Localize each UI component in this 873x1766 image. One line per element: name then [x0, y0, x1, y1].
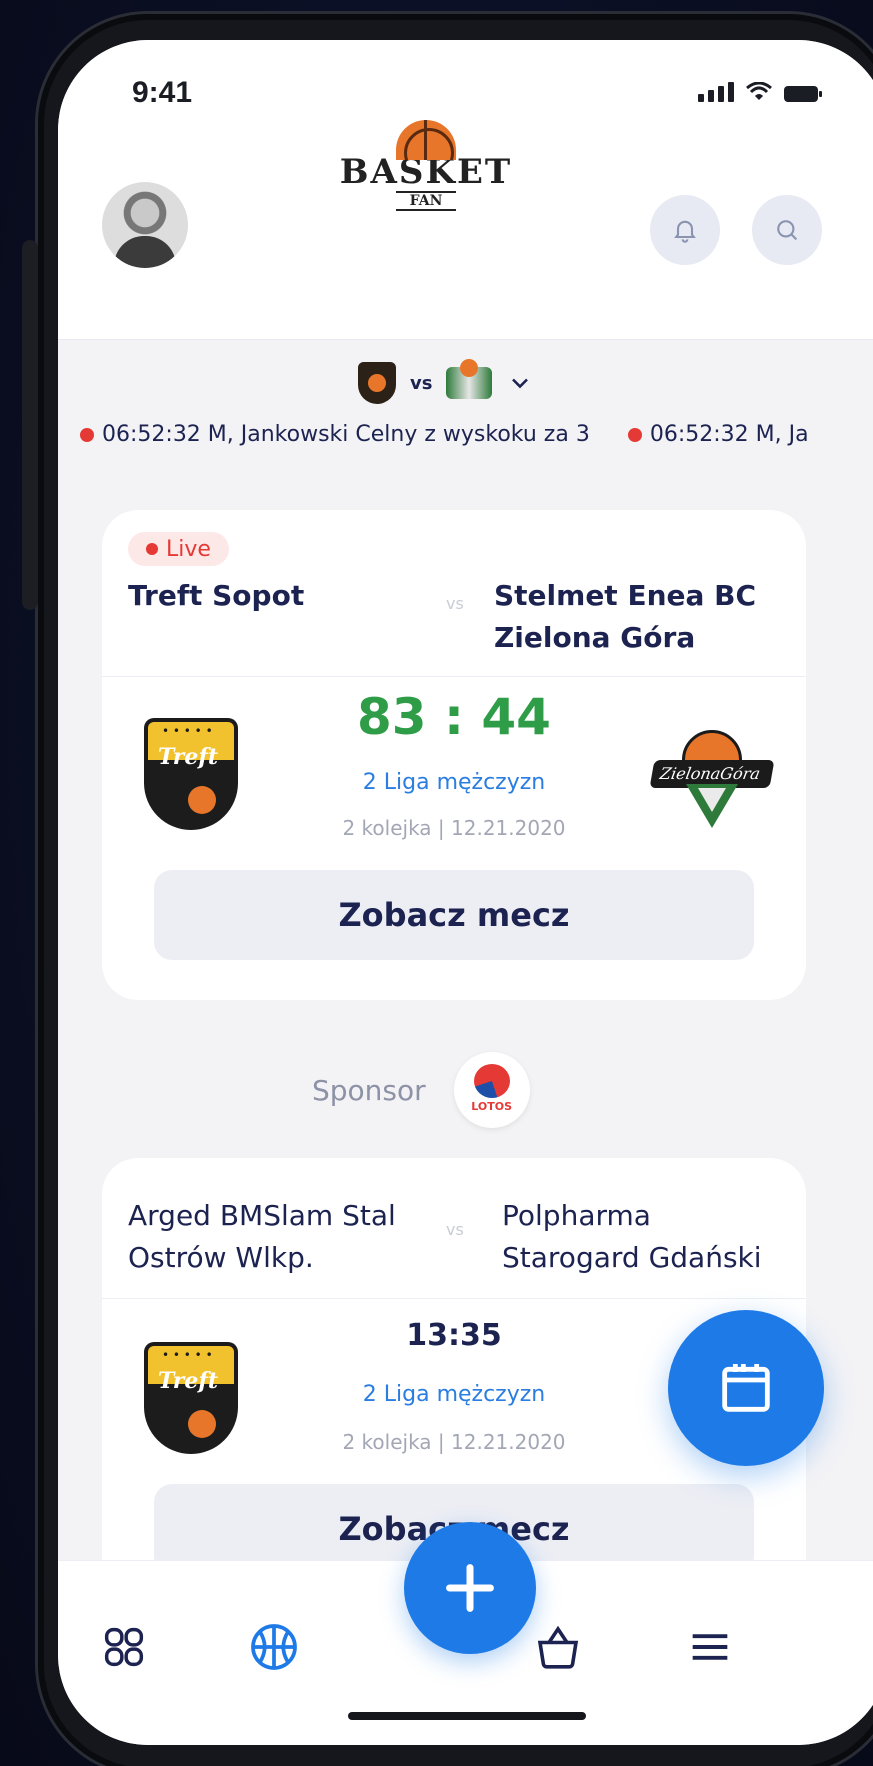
signal-icon [698, 82, 734, 102]
matchup-selector[interactable]: vs [358, 359, 534, 404]
search-icon [777, 220, 798, 241]
bell-icon [674, 220, 696, 243]
zielona-gora-mini-logo [446, 359, 493, 399]
away-team-name-line2: Zielona Góra [494, 621, 696, 654]
basket-fan-logo: BASKET FAN [336, 120, 516, 220]
nav-games[interactable] [244, 1617, 304, 1677]
home-indicator [348, 1712, 586, 1720]
live-dot-icon [146, 543, 158, 555]
away-team-name-line1: Stelmet Enea BC [494, 579, 757, 612]
user-avatar[interactable] [102, 182, 188, 268]
app-screen: 9:41 BASKET FAN vs 06:52:32 M, Jankowski… [58, 40, 873, 1745]
ticker-event-text: 06:52:32 M, Jankowski Celny z wyskoku za… [102, 422, 590, 447]
menu-icon [692, 1634, 728, 1660]
match-card-live[interactable]: Live Treft Sopot vs Stelmet Enea BC Ziel… [102, 510, 806, 1000]
vs-label: vs [446, 594, 464, 613]
notifications-button[interactable] [650, 195, 720, 265]
basketball-logo-icon [396, 120, 456, 160]
live-label: Live [166, 536, 211, 562]
away-team-name-line2: Starogard Gdański [502, 1241, 762, 1274]
sponsor-label: Sponsor [312, 1073, 426, 1107]
treft-mini-logo [358, 362, 396, 404]
basketball-icon [251, 1624, 297, 1670]
ticker-event: 06:52:32 M, Jankowski Celny z wyskoku za… [80, 422, 590, 447]
sponsor-logo-text: LOTOS [471, 1100, 513, 1113]
wifi-icon [746, 82, 772, 100]
calendar-button[interactable] [668, 1310, 824, 1466]
matchup-vs: vs [410, 372, 433, 394]
status-time: 9:41 [132, 76, 193, 109]
live-badge: Live [128, 532, 229, 566]
zielona-gora-logo [649, 730, 775, 830]
nav-shop[interactable] [528, 1617, 588, 1677]
status-icons [698, 82, 822, 102]
calendar-icon [722, 1364, 770, 1412]
search-button[interactable] [752, 195, 822, 265]
home-team-name-line2: Ostrów Wlkp. [128, 1241, 314, 1274]
live-ticker: vs 06:52:32 M, Jankowski Celny z wyskoku… [58, 340, 873, 470]
logo-sub: FAN [395, 191, 457, 211]
home-team-name-line1: Arged BMSlam Stal [128, 1199, 396, 1232]
away-team-name-line1: Polpharma [502, 1199, 651, 1232]
app-header: 9:41 BASKET FAN [58, 40, 873, 340]
ticker-events: 06:52:32 M, Jankowski Celny z wyskoku za… [80, 422, 809, 447]
nav-menu[interactable] [680, 1617, 740, 1677]
sponsor-row: Sponsor LOTOS [312, 1052, 530, 1128]
add-icon [446, 1564, 494, 1612]
see-match-button[interactable]: Zobacz mecz [154, 870, 754, 960]
live-dot-icon [80, 427, 94, 442]
battery-icon [784, 86, 822, 102]
ticker-event: 06:52:32 M, Ja [627, 422, 809, 447]
card-divider [102, 1298, 806, 1299]
live-dot-icon [627, 427, 642, 442]
home-team-name: Treft Sopot [128, 579, 305, 612]
chevron-down-icon[interactable] [506, 369, 534, 397]
logo-text: Treft [158, 744, 218, 770]
shop-bag-icon [537, 1625, 579, 1669]
lotos-logo[interactable]: LOTOS [453, 1052, 530, 1128]
phone-side-button [22, 240, 38, 610]
ticker-event-text: 06:52:32 M, Ja [649, 422, 809, 447]
add-button[interactable] [404, 1522, 536, 1654]
nav-dashboard[interactable] [94, 1617, 154, 1677]
dashboard-icon [104, 1627, 144, 1667]
vs-label: vs [446, 1220, 464, 1239]
card-divider [102, 676, 806, 677]
